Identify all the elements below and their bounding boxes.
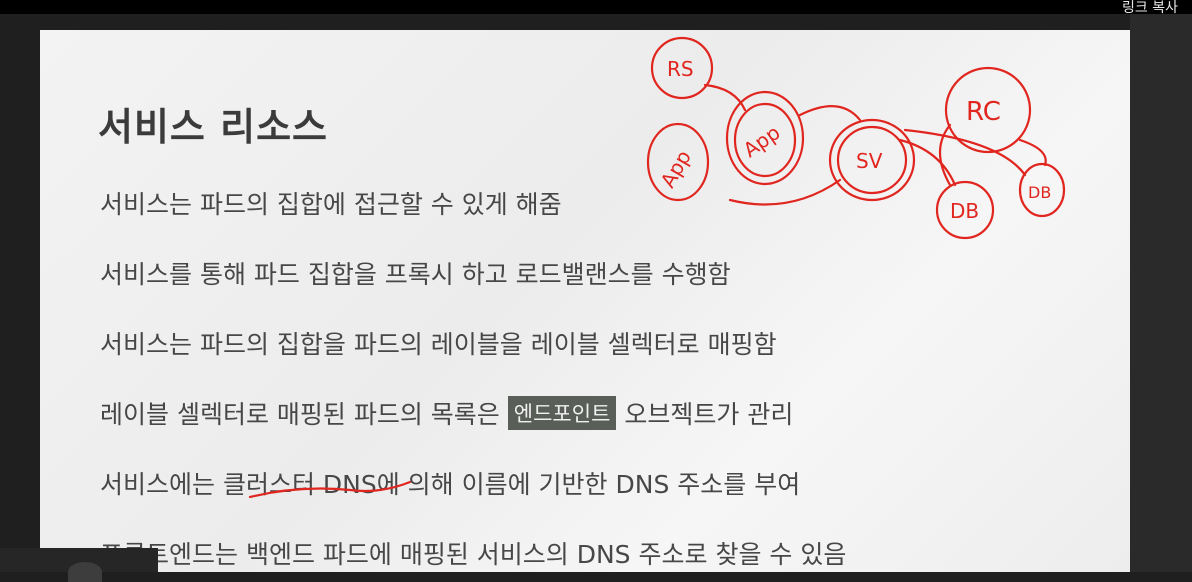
bullet-5: 서비스에는 클러스터 DNS에 의해 이름에 기반한 DNS 주소를 부여 [100,470,801,499]
webcam-person [68,562,102,582]
link-copy-button[interactable]: 링크 복사 [1122,0,1178,16]
bullet-6: 프론트엔드는 백엔드 파드에 매핑된 서비스의 DNS 주소로 찾을 수 있음 [100,540,847,569]
presentation-slide: 서비스 리소스 서비스는 파드의 집합에 접근할 수 있게 해줌 서비스를 통해… [40,30,1130,572]
bullet-4-text-after: 오브젝트가 관리 [624,400,794,429]
bullet-1: 서비스는 파드의 집합에 접근할 수 있게 해줌 [100,190,562,219]
bullet-2: 서비스를 통해 파드 집합을 프록시 하고 로드밸랜스를 수행함 [100,260,731,289]
right-panel-edge [1130,14,1192,572]
webcam-thumbnail [0,548,158,582]
bullet-3: 서비스는 파드의 집합을 파드의 레이블을 레이블 셀렉터로 매핑함 [100,330,777,359]
endpoint-tag: 엔드포인트 [507,396,617,430]
top-bar [0,0,1192,14]
slide-title: 서비스 리소스 [98,105,328,149]
bullet-4-text-before: 레이블 셀렉터로 매핑된 파드의 목록은 [100,400,500,429]
bullet-4: 레이블 셀렉터로 매핑된 파드의 목록은 엔드포인트 오브젝트가 관리 [100,395,793,431]
